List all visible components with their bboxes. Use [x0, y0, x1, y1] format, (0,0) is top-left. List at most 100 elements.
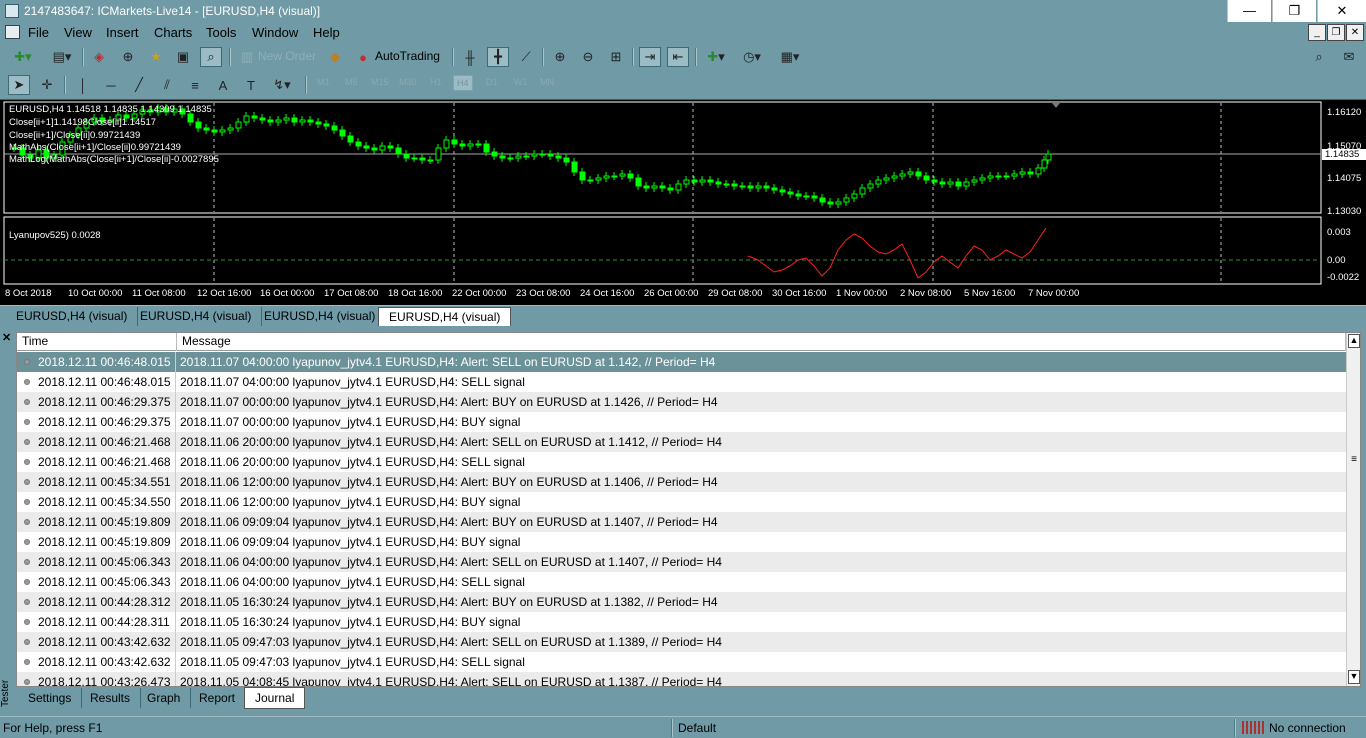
- table-row[interactable]: 2018.12.11 00:44:28.312 2018.11.05 16:30:…: [17, 592, 1346, 612]
- chart-tab[interactable]: EURUSD,H4 (visual): [6, 307, 139, 326]
- new-order-button[interactable]: New Order: [258, 49, 316, 63]
- message-cell: 2018.11.06 20:00:00 lyapunov_jytv4.1 EUR…: [180, 435, 722, 449]
- menu-file[interactable]: File: [28, 25, 49, 40]
- tab-graph[interactable]: Graph: [137, 688, 192, 708]
- periods-icon[interactable]: ◷▾: [738, 47, 766, 67]
- table-row[interactable]: 2018.12.11 00:45:34.551 2018.11.06 12:00:…: [17, 472, 1346, 492]
- mdi-close-button[interactable]: ✕: [1346, 24, 1364, 41]
- scroll-thumb[interactable]: ≡: [1349, 455, 1359, 465]
- fibonacci-icon[interactable]: ≡: [184, 75, 206, 95]
- profile-name[interactable]: Default: [678, 721, 716, 735]
- column-header-message[interactable]: Message: [177, 333, 1346, 351]
- scroll-down-button[interactable]: ▼: [1348, 670, 1360, 684]
- tile-windows-icon[interactable]: ⊞: [605, 47, 627, 67]
- minimize-button[interactable]: —: [1227, 0, 1271, 22]
- menu-view[interactable]: View: [64, 25, 92, 40]
- timeframe-d1[interactable]: D1: [486, 77, 498, 87]
- tab-journal[interactable]: Journal: [244, 687, 306, 709]
- menu-help[interactable]: Help: [313, 25, 340, 40]
- table-row[interactable]: 2018.12.11 00:46:29.375 2018.11.07 00:00:…: [17, 412, 1346, 432]
- templates-icon[interactable]: ▦▾: [776, 47, 804, 67]
- timeframe-m5[interactable]: M5: [345, 77, 358, 87]
- column-header-time[interactable]: Time: [17, 333, 177, 351]
- horizontal-line-icon[interactable]: ─: [100, 75, 122, 95]
- data-window-icon[interactable]: ⊕: [117, 47, 139, 67]
- table-row[interactable]: 2018.12.11 00:43:26.473 2018.11.05 04:08:…: [17, 672, 1346, 686]
- auto-scroll-icon[interactable]: ⇥: [639, 47, 661, 67]
- panel-title: Tester: [0, 679, 11, 707]
- trendline-icon[interactable]: ╱: [128, 75, 150, 95]
- terminal-icon[interactable]: ▣: [172, 47, 194, 67]
- chart-tab[interactable]: EURUSD,H4 (visual): [254, 307, 387, 326]
- line-chart-icon[interactable]: ⟋: [515, 47, 537, 67]
- mdi-restore-button[interactable]: ❐: [1327, 24, 1345, 41]
- menu-insert[interactable]: Insert: [106, 25, 139, 40]
- scroll-up-button[interactable]: ▲: [1348, 334, 1360, 348]
- log-level-icon: [24, 439, 30, 445]
- table-row[interactable]: 2018.12.11 00:43:42.632 2018.11.05 09:47:…: [17, 632, 1346, 652]
- candle-body: [1045, 153, 1052, 161]
- menu-window[interactable]: Window: [252, 25, 298, 40]
- tab-results[interactable]: Results: [80, 688, 142, 708]
- chart-tab-active[interactable]: EURUSD,H4 (visual): [378, 307, 512, 326]
- zoom-in-icon[interactable]: ⊕: [549, 47, 571, 67]
- chart-tab[interactable]: EURUSD,H4 (visual): [130, 307, 263, 326]
- table-row[interactable]: 2018.12.11 00:45:06.343 2018.11.06 04:00:…: [17, 552, 1346, 572]
- metaeditor-icon[interactable]: ◆: [324, 47, 346, 67]
- profiles-icon[interactable]: ▤▾: [48, 47, 76, 67]
- vertical-scrollbar[interactable]: ▲ ≡ ▼: [1346, 333, 1360, 686]
- table-row[interactable]: 2018.12.11 00:46:21.468 2018.11.06 20:00:…: [17, 452, 1346, 472]
- date-label: 22 Oct 00:00: [452, 288, 507, 299]
- equidistant-channel-icon[interactable]: ⫽: [156, 75, 178, 95]
- navigator-icon[interactable]: ★: [145, 47, 167, 67]
- tab-settings[interactable]: Settings: [18, 688, 83, 708]
- search-icon[interactable]: ⌕: [1308, 47, 1330, 67]
- crosshair-icon[interactable]: ✛: [36, 75, 58, 95]
- timeframe-h1[interactable]: H1: [430, 77, 442, 87]
- vertical-line-icon[interactable]: │: [72, 75, 94, 95]
- text-icon[interactable]: A: [212, 75, 234, 95]
- timeframe-h4[interactable]: H4: [453, 75, 473, 91]
- table-row[interactable]: 2018.12.11 00:44:28.311 2018.11.05 16:30:…: [17, 612, 1346, 632]
- new-order-icon[interactable]: ▥: [236, 47, 258, 67]
- close-button[interactable]: ✕: [1317, 0, 1366, 22]
- mdi-minimize-button[interactable]: _: [1308, 24, 1326, 41]
- menu-charts[interactable]: Charts: [154, 25, 192, 40]
- time-cell: 2018.12.11 00:43:42.632: [38, 635, 171, 649]
- chart-info-line-4: MathAbs(Close[ii+1]/Close[ii]0.99721439: [9, 142, 181, 153]
- table-row[interactable]: 2018.12.11 00:46:48.015 2018.11.07 04:00:…: [17, 372, 1346, 392]
- menu-tools[interactable]: Tools: [206, 25, 236, 40]
- close-icon[interactable]: ✕: [2, 331, 11, 344]
- timeframe-m1[interactable]: M1: [317, 77, 330, 87]
- indicators-icon[interactable]: ✚ ▾: [702, 47, 730, 67]
- table-row[interactable]: 2018.12.11 00:45:06.343 2018.11.06 04:00:…: [17, 572, 1346, 592]
- chat-icon[interactable]: ✉: [1338, 47, 1360, 67]
- candle-body: [195, 121, 202, 129]
- text-label-icon[interactable]: T: [240, 75, 262, 95]
- table-row[interactable]: 2018.12.11 00:43:42.632 2018.11.05 09:47:…: [17, 652, 1346, 672]
- table-row[interactable]: 2018.12.11 00:46:48.015 2018.11.07 04:00:…: [17, 352, 1346, 372]
- timeframe-w1[interactable]: W1: [514, 77, 528, 87]
- chart-shift-icon[interactable]: ⇤: [667, 47, 689, 67]
- bar-chart-icon[interactable]: ╫: [459, 47, 481, 67]
- timeframe-mn[interactable]: MN: [540, 77, 554, 87]
- cursor-icon[interactable]: ➤: [8, 75, 30, 95]
- timeframe-m15[interactable]: M15: [371, 77, 389, 87]
- autotrading-icon[interactable]: ●: [352, 47, 374, 67]
- new-chart-icon[interactable]: ✚▾: [8, 47, 38, 67]
- chart-window[interactable]: EURUSD,H4 1.14518 1.14835 1.14309 1.1483…: [0, 99, 1366, 305]
- maximize-button[interactable]: ❐: [1272, 0, 1316, 22]
- market-watch-icon[interactable]: ◈: [88, 47, 110, 67]
- table-row[interactable]: 2018.12.11 00:46:21.468 2018.11.06 20:00:…: [17, 432, 1346, 452]
- strategy-tester-icon[interactable]: ⌕: [200, 47, 222, 67]
- arrows-icon[interactable]: ↯▾: [268, 75, 296, 95]
- table-row[interactable]: 2018.12.11 00:46:29.375 2018.11.07 00:00:…: [17, 392, 1346, 412]
- autotrading-button[interactable]: AutoTrading: [375, 49, 440, 63]
- candlestick-icon[interactable]: ╋: [487, 47, 509, 67]
- timeframe-m30[interactable]: M30: [399, 77, 417, 87]
- table-row[interactable]: 2018.12.11 00:45:34.550 2018.11.06 12:00:…: [17, 492, 1346, 512]
- table-row[interactable]: 2018.12.11 00:45:19.809 2018.11.06 09:09:…: [17, 512, 1346, 532]
- zoom-out-icon[interactable]: ⊖: [577, 47, 599, 67]
- tab-report[interactable]: Report: [189, 688, 247, 708]
- table-row[interactable]: 2018.12.11 00:45:19.809 2018.11.06 09:09:…: [17, 532, 1346, 552]
